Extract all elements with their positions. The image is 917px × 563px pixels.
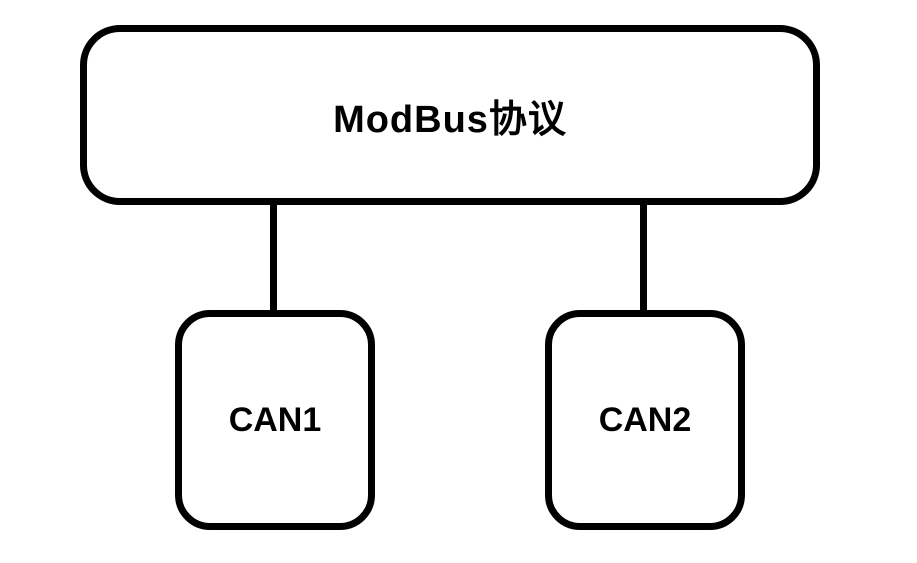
protocol-diagram: ModBus协议 CAN1 CAN2 — [0, 0, 917, 563]
connector-line-left — [270, 205, 277, 313]
modbus-protocol-box: ModBus协议 — [80, 25, 820, 205]
can1-box: CAN1 — [175, 310, 375, 530]
modbus-label: ModBus协议 — [333, 88, 567, 143]
can2-label: CAN2 — [599, 401, 692, 440]
can2-box: CAN2 — [545, 310, 745, 530]
can1-label: CAN1 — [229, 401, 322, 440]
connector-line-right — [640, 205, 647, 313]
